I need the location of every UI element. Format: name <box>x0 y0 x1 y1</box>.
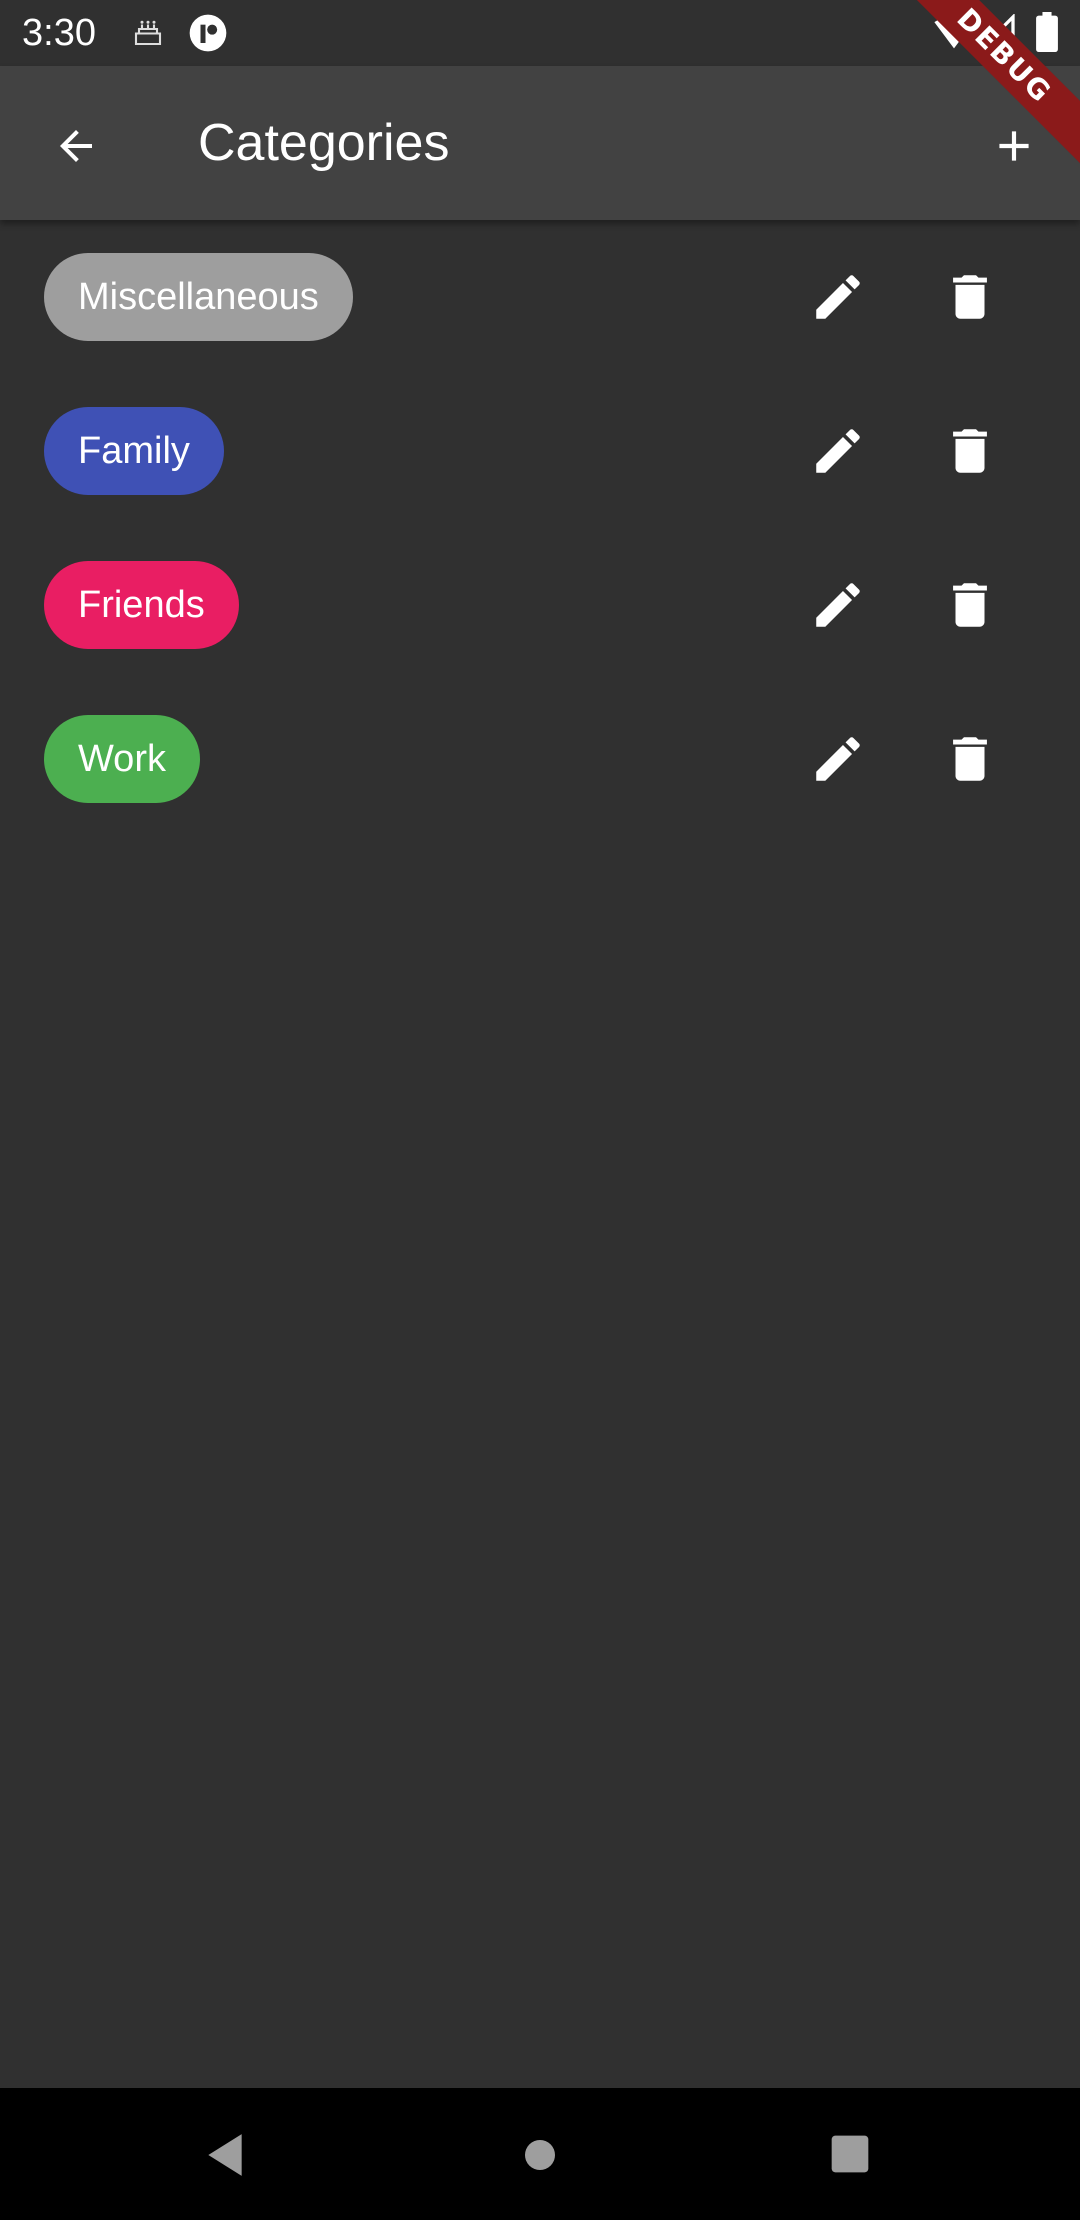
category-row: Friends <box>0 528 1080 682</box>
status-bar: 3:30 <box>0 0 1080 66</box>
category-chip[interactable]: Family <box>44 407 224 495</box>
pencil-icon <box>816 737 860 781</box>
trash-icon <box>953 275 987 319</box>
edit-button[interactable] <box>798 565 878 645</box>
delete-button[interactable] <box>930 565 1010 645</box>
delete-button[interactable] <box>930 719 1010 799</box>
trash-icon <box>953 429 987 473</box>
trash-icon <box>953 737 987 781</box>
page-title: Categories <box>198 114 450 172</box>
category-chip[interactable]: Miscellaneous <box>44 253 353 341</box>
pencil-icon <box>816 275 860 319</box>
pencil-icon <box>816 583 860 627</box>
add-icon <box>999 131 1029 161</box>
arrow-back-icon <box>60 130 92 162</box>
nav-home-icon[interactable] <box>520 2130 560 2180</box>
nav-back-icon[interactable] <box>200 2130 250 2180</box>
edit-button[interactable] <box>798 719 878 799</box>
nav-recents-icon[interactable] <box>828 2132 872 2176</box>
delete-button[interactable] <box>930 411 1010 491</box>
edit-button[interactable] <box>798 257 878 337</box>
trash-icon <box>953 583 987 627</box>
category-chip[interactable]: Friends <box>44 561 239 649</box>
category-list: Miscellaneous Family Friends Work <box>0 220 1080 836</box>
delete-button[interactable] <box>930 257 1010 337</box>
system-nav-bar <box>0 2088 1080 2220</box>
screen: 3:30 Categories DEBUG Miscellaneous Fami… <box>0 0 1080 2220</box>
cake-icon <box>134 20 162 46</box>
back-button[interactable] <box>36 106 116 186</box>
edit-button[interactable] <box>798 411 878 491</box>
category-row: Miscellaneous <box>0 220 1080 374</box>
category-row: Work <box>0 682 1080 836</box>
pencil-icon <box>816 429 860 473</box>
category-row: Family <box>0 374 1080 528</box>
battery-icon <box>1036 12 1058 52</box>
status-time: 3:30 <box>22 12 96 54</box>
app-bar: Categories <box>0 66 1080 220</box>
app-notification-icon <box>189 14 227 52</box>
category-chip[interactable]: Work <box>44 715 200 803</box>
